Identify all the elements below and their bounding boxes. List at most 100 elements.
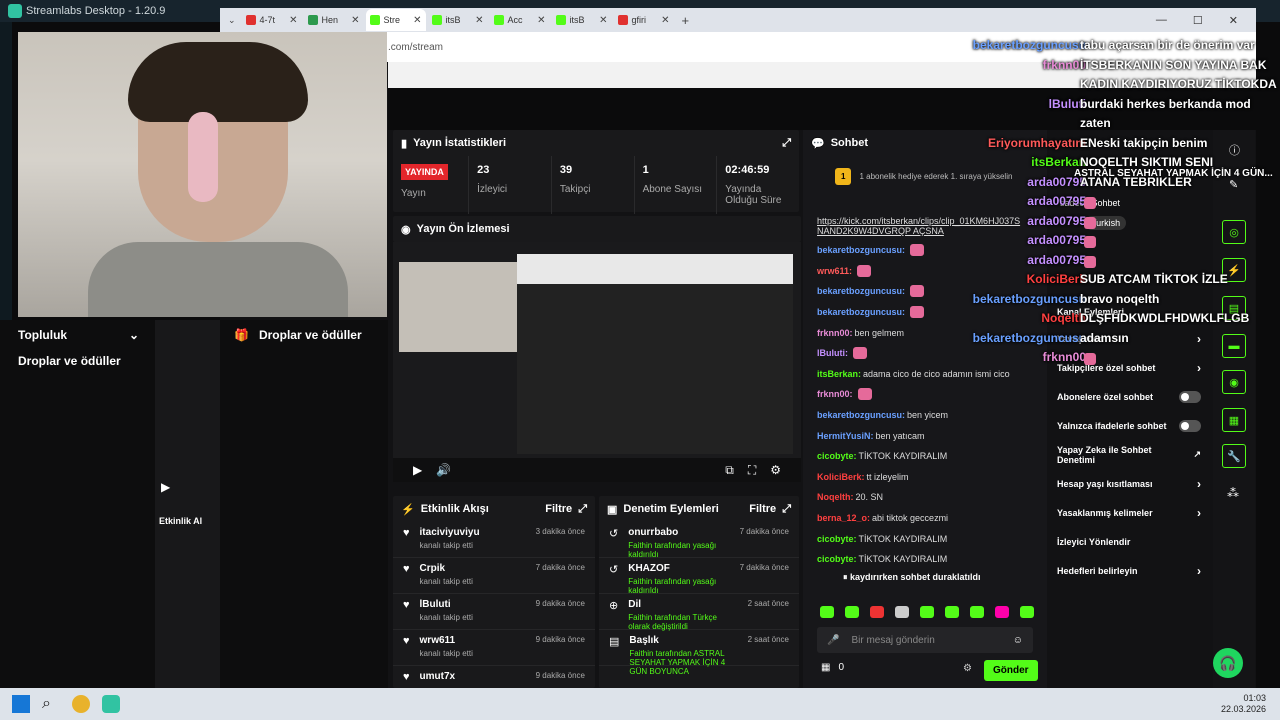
chat-message[interactable]: itsBerkan: adama cico de cico adamın ismi… — [803, 364, 1047, 385]
toggle-switch[interactable] — [1179, 390, 1201, 403]
toggle-switch[interactable] — [1179, 419, 1201, 432]
send-button[interactable]: Gönder — [984, 660, 1038, 681]
play-icon[interactable]: ▶ — [413, 463, 422, 477]
chat-message[interactable]: bekaretbozguncusu: ben yicem — [803, 405, 1047, 426]
chat-input[interactable]: 🎤 Bir mesaj gönderin ☺ — [817, 627, 1033, 653]
settings-item[interactable]: Takipçilere özel sohbet › — [1049, 353, 1209, 382]
chat-message[interactable]: berna_12_o: abi tiktok geccezmi — [803, 508, 1047, 529]
chat-message[interactable]: Noqelth: 20. SN — [803, 487, 1047, 508]
chat-message[interactable]: bekaretbozguncusu: — [803, 240, 1047, 261]
mod-item[interactable]: ⊕ Dil Faithin tarafından Türkçe olarak değ… — [599, 594, 799, 631]
popout-icon[interactable]: ⤢ — [782, 137, 791, 150]
emote-icon[interactable] — [895, 606, 909, 618]
chat-username[interactable]: itsBerkan: — [817, 369, 861, 379]
chat-message[interactable]: cicobyte: TİKTOK KAYDIRALIM — [803, 528, 1047, 549]
close-icon[interactable]: ✕ — [661, 15, 669, 26]
chat-username[interactable]: frknn00: — [817, 328, 853, 338]
emote-icon[interactable] — [845, 606, 859, 618]
chat-username[interactable]: wrw611: — [817, 266, 852, 276]
chat-message[interactable]: frknn00: — [803, 384, 1047, 405]
chat-message[interactable]: KoliciBerk: tt izleyelim — [803, 467, 1047, 488]
browser-tab[interactable]: Hen ✕ — [304, 9, 364, 31]
tray-clock[interactable]: 01:03 22.03.2026 — [1221, 693, 1280, 715]
tab-list-chevron-icon[interactable]: ⌄ — [228, 15, 236, 26]
camera-icon[interactable]: ◎ — [1222, 220, 1246, 244]
browser-tab[interactable]: itsB ✕ — [428, 9, 488, 31]
chat-username[interactable]: bekaretbozguncusu: — [817, 245, 905, 255]
filter-button[interactable]: Filtre — [545, 503, 572, 515]
new-tab-icon[interactable]: + — [682, 13, 690, 28]
support-icon[interactable]: 🎧 — [1213, 648, 1243, 678]
chat-settings-icon[interactable]: ⚙ — [963, 663, 972, 674]
pip-icon[interactable]: ⧉ — [725, 463, 734, 478]
chat-username[interactable]: Noqelth: — [817, 492, 854, 502]
chat-username[interactable]: bekaretbozguncusu: — [817, 410, 905, 420]
emote-icon[interactable] — [995, 606, 1009, 618]
chat-message[interactable]: wrw611: — [803, 261, 1047, 282]
emoji-icon[interactable]: ☺ — [1013, 635, 1023, 646]
popout-icon[interactable]: ⤢ — [782, 503, 791, 516]
browser-tab[interactable]: gfiri ✕ — [614, 9, 674, 31]
clip-icon[interactable]: ▤ — [1222, 296, 1246, 320]
feed-item[interactable]: ♥ Crpik kanalı takip etti 7 dakika önce — [393, 558, 595, 594]
minimize-icon[interactable]: — — [1156, 14, 1167, 27]
chat-message[interactable]: https://kick.com/itsberkan/clips/clip_01… — [803, 212, 1047, 240]
maximize-icon[interactable]: ☐ — [1193, 14, 1203, 27]
chat-username[interactable]: bekaretbozguncusu: — [817, 307, 905, 317]
mod-item[interactable]: ▤ Başlık Faithin tarafından ASTRAL SEYAHAT… — [599, 630, 799, 676]
stream-preview[interactable] — [393, 242, 801, 482]
chat-username[interactable]: berna_12_o: — [817, 513, 870, 523]
search-icon[interactable]: ⌕ — [42, 695, 60, 713]
streamlabs-icon[interactable] — [102, 695, 120, 713]
browser-tab-active[interactable]: Stre ✕ — [365, 9, 426, 31]
emote-icon[interactable] — [945, 606, 959, 618]
settings-icon[interactable]: ⚙ — [770, 463, 781, 477]
chat-message[interactable]: bekaretbozguncusu: — [803, 302, 1047, 323]
nav-item-droplar-odul[interactable]: 🎁 Droplar ve ödüller — [220, 322, 388, 348]
close-icon[interactable]: ✕ — [351, 15, 359, 26]
chat-message[interactable]: bekaretbozguncusu: — [803, 281, 1047, 302]
chat-bubble-icon[interactable]: ▬ — [1222, 334, 1246, 358]
settings-item[interactable]: Hedefleri belirleyin › — [1049, 556, 1209, 585]
broadcast-icon[interactable]: ◉ — [1222, 370, 1246, 394]
mic-icon[interactable]: 🎤 — [827, 635, 839, 646]
chat-username[interactable]: cicobyte: — [817, 451, 857, 461]
chat-message[interactable]: cicobyte: TİKTOK KAYDIRALIM — [803, 446, 1047, 467]
chat-message[interactable]: lBuluti: — [803, 343, 1047, 364]
edit-icon[interactable]: ✎ — [1229, 178, 1238, 191]
mod-item[interactable]: ↺ onurrbabo Faithin tarafından yasağı kald… — [599, 522, 799, 559]
filter-button[interactable]: Filtre — [749, 503, 776, 515]
layout-icon[interactable]: ▦ — [1222, 408, 1246, 432]
close-icon[interactable]: ✕ — [475, 15, 483, 26]
store-icon[interactable]: ▦ — [821, 662, 830, 673]
settings-item[interactable]: Yapay Zeka ile Sohbet Denetimi ↗ — [1049, 440, 1209, 469]
chat-message[interactable]: frknn00: ben gelmem — [803, 322, 1047, 343]
nav-item-droplar[interactable]: Droplar ve ödüller — [0, 348, 155, 374]
chat-username[interactable]: KoliciBerk: — [817, 472, 865, 482]
nav-item-topluluk[interactable]: Topluluk ⌄ — [0, 322, 155, 348]
feed-item[interactable]: ♥ itaciviyuviyu kanalı takip etti 3 dakika … — [393, 522, 595, 558]
play-icon[interactable]: ▶ — [161, 480, 170, 494]
settings-item[interactable]: Abonelere özel sohbet — [1049, 382, 1209, 411]
chat-username[interactable]: bekaretbozguncusu: — [817, 286, 905, 296]
browser-tab[interactable]: itsB ✕ — [552, 9, 612, 31]
mod-item[interactable]: ↺ KHAZOF Faithin tarafından yasağı kaldırı… — [599, 558, 799, 595]
browser-tab[interactable]: 4-7t ✕ — [242, 9, 302, 31]
emote-icon[interactable] — [870, 606, 884, 618]
windows-start-icon[interactable] — [12, 695, 30, 713]
chat-username[interactable]: cicobyte: — [817, 554, 857, 564]
settings-item[interactable]: Yavaş mod › — [1049, 324, 1209, 353]
chat-username[interactable]: lBuluti: — [817, 348, 848, 358]
close-window-icon[interactable]: ✕ — [1229, 14, 1238, 27]
emote-icon[interactable] — [820, 606, 834, 618]
bolt-icon[interactable]: ⚡ — [1222, 258, 1246, 282]
settings-item[interactable]: Yasaklanmış kelimeler › — [1049, 498, 1209, 527]
close-icon[interactable]: ✕ — [413, 15, 421, 26]
feed-item[interactable]: ♥ lBuluti kanalı takip etti 9 dakika önce — [393, 594, 595, 630]
chrome-icon[interactable] — [72, 695, 90, 713]
chat-username[interactable]: frknn00: — [817, 389, 853, 399]
close-icon[interactable]: ✕ — [289, 15, 297, 26]
popout-icon[interactable]: ⤢ — [578, 503, 587, 516]
settings-item[interactable]: Hesap yaşı kısıtlaması › — [1049, 469, 1209, 498]
wrench-icon[interactable]: 🔧 — [1222, 444, 1246, 468]
